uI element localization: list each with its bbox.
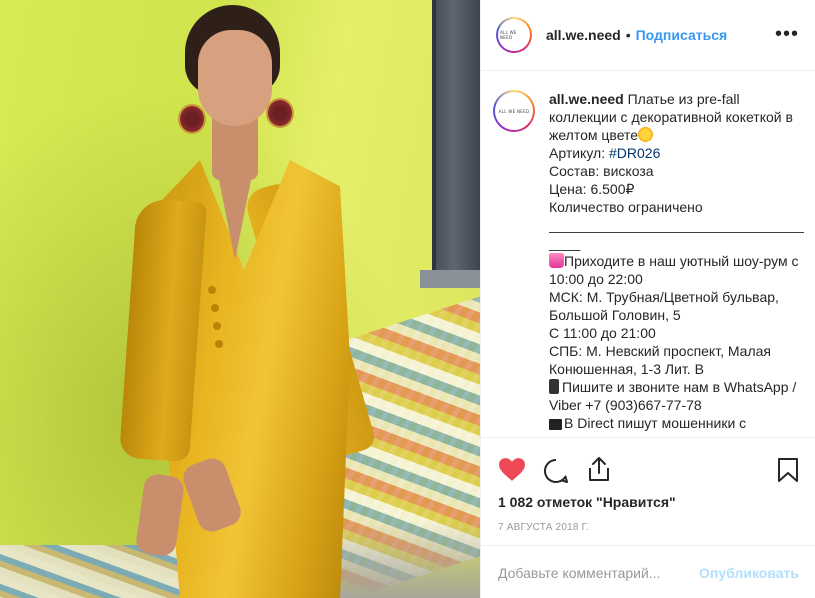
model-earring-right xyxy=(266,98,294,128)
divider-line: ____________________________________ xyxy=(549,217,804,233)
publish-button[interactable]: Опубликовать xyxy=(699,565,799,581)
comment-form: Опубликовать xyxy=(481,545,815,598)
likes-count[interactable]: 1 082 отметок "Нравится" xyxy=(498,494,676,510)
avatar[interactable]: ALL WE NEED xyxy=(496,17,532,53)
dress-button xyxy=(213,322,221,330)
heart-filled-icon[interactable] xyxy=(499,458,525,485)
model-face xyxy=(198,30,272,126)
msk-hours-text: С 11:00 до 21:00 xyxy=(549,325,656,341)
mobile-phone-emoji-icon xyxy=(549,379,559,394)
article-label: Артикул: xyxy=(549,145,609,161)
divider-tail: ____ xyxy=(549,235,581,251)
caption-username-link[interactable]: all.we.need xyxy=(549,91,624,107)
caption-comment: ALL WE NEED all.we.need Платье из pre-fa… xyxy=(493,90,804,432)
contact-text: Пишите и звоните нам в WhatsApp / Viber … xyxy=(549,379,797,413)
share-icon[interactable] xyxy=(587,456,611,485)
direct-warning-text: В Direct пишут мошенники с xyxy=(564,415,747,431)
post-side-panel: ALL WE NEED all.we.need • Подписаться ••… xyxy=(480,0,815,598)
avatar-logo-text: ALL WE NEED xyxy=(498,19,530,51)
more-options-icon[interactable]: ••• xyxy=(775,24,799,44)
dress-button xyxy=(215,340,223,348)
username-link[interactable]: all.we.need xyxy=(546,27,621,43)
avatar[interactable]: ALL WE NEED xyxy=(493,90,535,132)
post-actions: 1 082 отметок "Нравится" 7 августа 2018 … xyxy=(481,437,815,587)
window-sill xyxy=(420,270,480,288)
dress-button xyxy=(208,286,216,294)
caption-scroll-area[interactable]: ALL WE NEED all.we.need Платье из pre-fa… xyxy=(481,72,815,436)
msk-address-text: МСК: М. Трубная/Цветной бульвар, Большой… xyxy=(549,289,779,323)
model-earring-left xyxy=(178,104,206,134)
post-header: ALL WE NEED all.we.need • Подписаться ••… xyxy=(481,0,815,71)
caption-text: all.we.need Платье из pre-fall коллекции… xyxy=(549,90,804,432)
avatar-logo-text: ALL WE NEED xyxy=(495,92,533,130)
showroom-text: Приходите в наш уютный шоу-рум с 10:00 д… xyxy=(549,253,799,287)
price-text: Цена: 6.500₽ xyxy=(549,181,635,197)
shopping-bag-emoji-icon xyxy=(549,253,564,268)
composition-text: Состав: вискоза xyxy=(549,163,654,179)
hashtag-link[interactable]: #DR026 xyxy=(609,145,660,161)
post-photo[interactable] xyxy=(0,0,480,598)
bookmark-icon[interactable] xyxy=(777,457,799,486)
comment-input[interactable] xyxy=(498,564,692,581)
follow-button[interactable]: Подписаться xyxy=(636,27,728,43)
sun-emoji-icon xyxy=(638,127,654,142)
limited-text: Количество ограничено xyxy=(549,199,703,215)
separator-dot: • xyxy=(625,27,631,43)
computer-emoji-icon xyxy=(549,419,562,430)
comment-icon[interactable] xyxy=(543,458,569,487)
dress-button xyxy=(211,304,219,312)
window-frame xyxy=(432,0,480,280)
post-date[interactable]: 7 августа 2018 г. xyxy=(498,522,589,533)
spb-address-text: СПБ: М. Невский проспект, Малая Конюшенн… xyxy=(549,343,771,377)
